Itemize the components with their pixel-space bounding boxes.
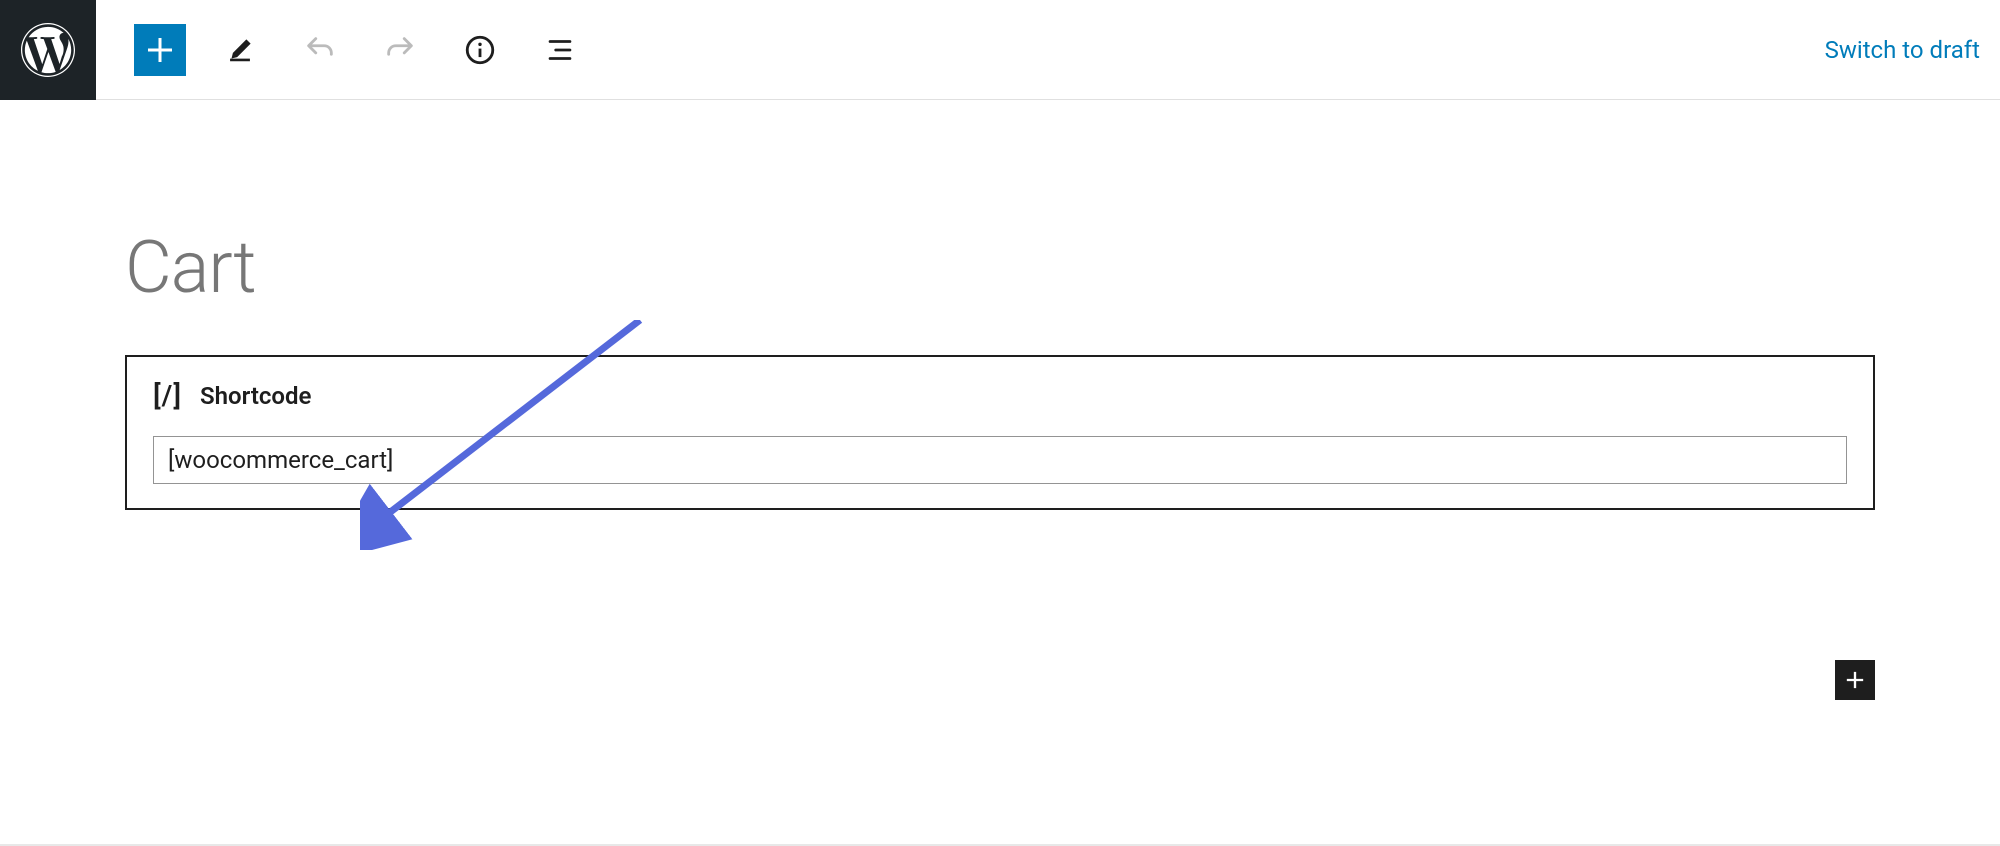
toolbar-left-group (0, 0, 586, 99)
outline-icon (543, 33, 577, 67)
shortcode-block-header: [/] Shortcode (153, 379, 1847, 412)
redo-icon (383, 33, 417, 67)
redo-button[interactable] (374, 24, 426, 76)
tools-button[interactable] (214, 24, 266, 76)
details-button[interactable] (454, 24, 506, 76)
edit-icon (223, 33, 257, 67)
add-block-button[interactable] (134, 24, 186, 76)
info-icon (463, 33, 497, 67)
wordpress-logo-button[interactable] (0, 0, 96, 100)
add-block-after-button[interactable] (1835, 660, 1875, 700)
page-title[interactable]: Cart (125, 225, 2000, 310)
plus-icon (1841, 666, 1869, 694)
shortcode-block[interactable]: [/] Shortcode (125, 355, 1875, 510)
switch-to-draft-button[interactable]: Switch to draft (1825, 36, 1980, 64)
list-view-button[interactable] (534, 24, 586, 76)
shortcode-icon: [/] (153, 379, 182, 412)
undo-icon (303, 33, 337, 67)
wordpress-logo-icon (21, 23, 75, 77)
shortcode-label: Shortcode (200, 382, 311, 410)
undo-button[interactable] (294, 24, 346, 76)
plus-icon (142, 32, 178, 68)
editor-canvas: Cart [/] Shortcode (0, 100, 2000, 510)
editor-toolbar: Switch to draft (0, 0, 2000, 100)
shortcode-input[interactable] (153, 436, 1847, 484)
